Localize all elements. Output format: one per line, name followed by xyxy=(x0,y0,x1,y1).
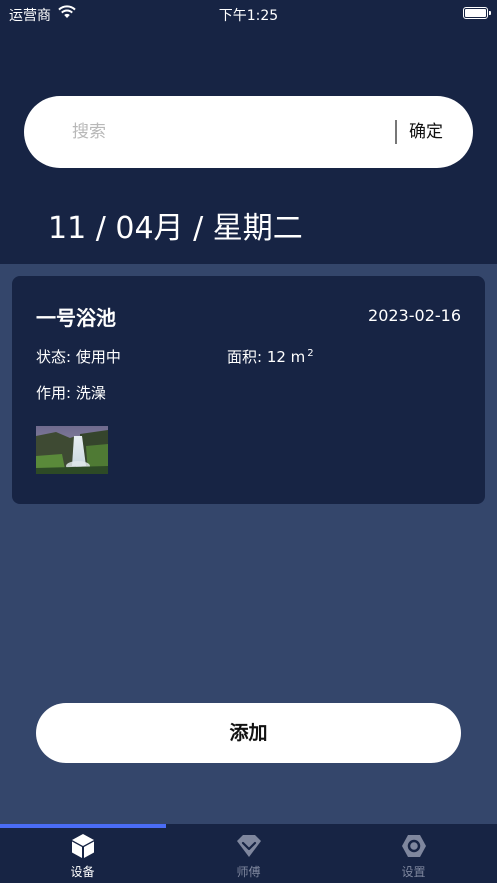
card-use: 作用: 洗澡 xyxy=(36,384,106,402)
confirm-button[interactable]: 确定 xyxy=(400,117,452,147)
tab-equipment-label: 设备 xyxy=(70,865,95,879)
waterfall-thumbnail[interactable] xyxy=(36,426,108,474)
tab-settings-label: 设置 xyxy=(401,865,426,879)
battery-icon xyxy=(463,7,491,19)
tab-bar: 设备 师傅 设置 xyxy=(0,824,497,883)
date-heading: 11 / 04月 / 星期二 xyxy=(48,211,303,246)
search-input[interactable] xyxy=(72,117,372,147)
card-area-unit-superscript: 2 xyxy=(307,348,314,359)
card-area: 面积: 12 m2 xyxy=(227,346,314,367)
search-divider xyxy=(395,120,397,144)
search-bar: 确定 xyxy=(24,96,473,168)
hexagon-gear-icon xyxy=(401,835,426,857)
status-bar: 运营商 下午1:25 xyxy=(0,0,497,26)
tab-masters[interactable]: 师傅 xyxy=(166,832,331,883)
add-button[interactable]: 添加 xyxy=(36,703,461,763)
tab-equipment[interactable]: 设备 xyxy=(0,832,165,883)
card-status: 状态: 使用中 xyxy=(36,348,121,366)
pool-card[interactable]: 一号浴池 2023-02-16 状态: 使用中 面积: 12 m2 作用: 洗澡 xyxy=(12,276,485,504)
card-date: 2023-02-16 xyxy=(368,306,461,325)
status-time: 下午1:25 xyxy=(218,8,279,24)
active-tab-indicator xyxy=(0,824,166,828)
shield-chevron-icon xyxy=(236,835,261,857)
tab-settings[interactable]: 设置 xyxy=(331,832,496,883)
card-area-value: 面积: 12 m xyxy=(227,348,306,366)
tab-masters-label: 师傅 xyxy=(236,865,261,879)
cube-icon xyxy=(71,834,94,858)
card-title: 一号浴池 xyxy=(36,306,116,330)
